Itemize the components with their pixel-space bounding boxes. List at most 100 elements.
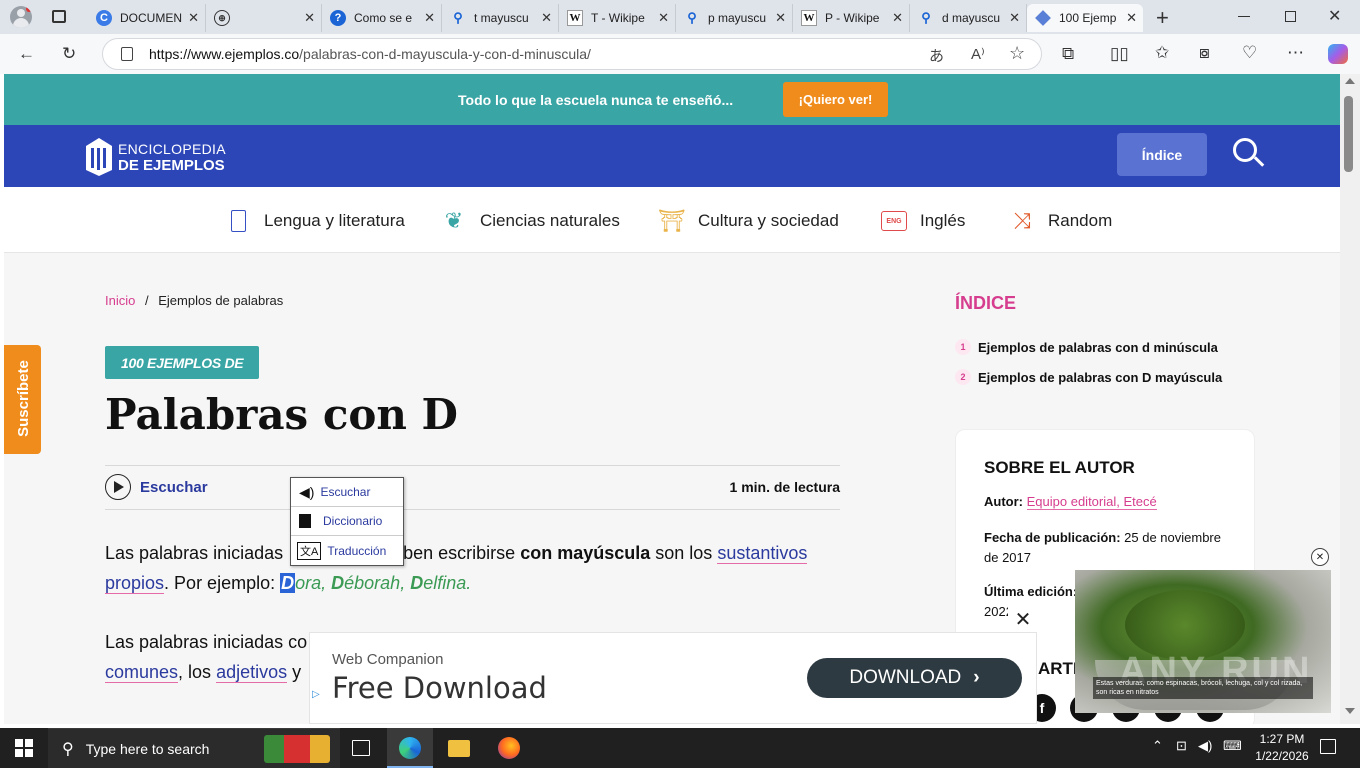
- share-title: ARTI: [1038, 659, 1078, 678]
- close-ad-button[interactable]: ✕: [1008, 606, 1038, 632]
- adchoices-icon[interactable]: ▷: [312, 689, 320, 700]
- logo-icon: [86, 138, 112, 176]
- index-button[interactable]: Índice: [1117, 133, 1207, 176]
- clock-time[interactable]: 1:27 PM: [1252, 732, 1312, 746]
- address-bar[interactable]: https://www.ejemplos.co/palabras-con-d-m…: [102, 38, 1042, 70]
- task-view-icon[interactable]: [352, 740, 370, 756]
- ime-icon[interactable]: ⌨: [1223, 738, 1242, 754]
- profile-icon[interactable]: [10, 6, 32, 28]
- tab-1[interactable]: ⊕ ✕: [206, 4, 322, 32]
- tab-3[interactable]: ⚲ t mayuscu ✕: [442, 4, 559, 32]
- site-info-icon[interactable]: [121, 47, 133, 61]
- tab-4[interactable]: W T - Wikipe ✕: [559, 4, 676, 32]
- windows-start-icon[interactable]: [15, 739, 33, 757]
- tab-actions-icon[interactable]: [52, 10, 66, 23]
- close-tab-icon[interactable]: ✕: [658, 10, 669, 26]
- nav-cultura[interactable]: ⛩ Cultura y sociedad: [658, 207, 839, 235]
- scroll-up-icon[interactable]: [1345, 78, 1355, 84]
- link-sustantivos[interactable]: sustantivos: [717, 543, 808, 564]
- close-tab-icon[interactable]: ✕: [892, 10, 903, 26]
- tab-6[interactable]: W P - Wikipe ✕: [793, 4, 910, 32]
- clock-date[interactable]: 1/22/2026: [1248, 749, 1316, 763]
- split-screen-icon[interactable]: ▯▯: [1110, 44, 1129, 64]
- link-comunes[interactable]: comunes: [105, 662, 179, 683]
- edge-taskbar-icon[interactable]: [387, 728, 433, 768]
- link-adjetivos[interactable]: adjetivos: [216, 662, 288, 683]
- promo-button[interactable]: ¡Quiero ver!: [783, 82, 888, 117]
- tab-0[interactable]: C DOCUMEN ✕: [88, 4, 206, 32]
- favorite-star-icon[interactable]: ☆: [1009, 43, 1025, 64]
- firefox-icon[interactable]: [498, 737, 520, 759]
- scroll-down-icon[interactable]: [1345, 708, 1355, 714]
- tab-bar: C DOCUMEN ✕ ⊕ ✕ ? Como se e ✕ ⚲ t mayusc…: [0, 0, 1360, 34]
- tray-chevron-icon[interactable]: ⌃: [1152, 738, 1163, 754]
- promo-text: Todo lo que la escuela nunca te enseñó..…: [458, 92, 734, 108]
- back-icon[interactable]: ←: [18, 44, 35, 64]
- favorites-icon[interactable]: ✩: [1155, 43, 1169, 63]
- listen-label[interactable]: Escuchar: [140, 479, 208, 496]
- close-tab-icon[interactable]: ✕: [304, 10, 315, 26]
- restore-icon[interactable]: [1285, 11, 1296, 22]
- close-video-ad-icon[interactable]: ✕: [1311, 548, 1329, 566]
- scrollbar[interactable]: [1340, 74, 1360, 724]
- close-tab-icon[interactable]: ✕: [424, 10, 435, 26]
- article-badge: 100 EJEMPLOS DE: [105, 346, 260, 379]
- close-tab-icon[interactable]: ✕: [1009, 10, 1020, 26]
- collections-icon[interactable]: ⧇: [1199, 43, 1210, 63]
- context-item-diccionario[interactable]: Diccionario: [291, 507, 403, 536]
- extensions-icon[interactable]: ⧉: [1062, 44, 1074, 64]
- close-tab-icon[interactable]: ✕: [775, 10, 786, 26]
- close-window-icon[interactable]: ✕: [1328, 6, 1341, 26]
- more-menu-icon[interactable]: ⋯: [1287, 43, 1304, 63]
- context-item-escuchar[interactable]: ◀) Escuchar: [291, 478, 403, 507]
- new-tab-icon[interactable]: +: [1156, 5, 1169, 31]
- chevron-right-icon: ›: [973, 667, 980, 688]
- read-aloud-translate-icon[interactable]: あ: [929, 45, 944, 66]
- tab-8-active[interactable]: 100 Ejemp ✕: [1027, 4, 1143, 32]
- author-link[interactable]: Equipo editorial, Etecé: [1026, 494, 1157, 510]
- volume-icon[interactable]: ◀): [1198, 738, 1212, 754]
- search-icon[interactable]: [1233, 138, 1265, 170]
- sidebar-index-item-2[interactable]: 2 Ejemplos de palabras con D mayúscula: [955, 369, 1222, 385]
- nav-random[interactable]: ⤨ Random: [1008, 207, 1112, 235]
- logo-line1: ENCICLOPEDIA: [118, 141, 226, 157]
- video-ad[interactable]: ANY RUN Estas verduras, como espinacas, …: [1075, 570, 1331, 713]
- nav-ciencias[interactable]: ❦ Ciencias naturales: [440, 207, 620, 235]
- columns-icon: ⛩: [658, 208, 686, 233]
- video-caption: Estas verduras, como espinacas, brócoli,…: [1093, 677, 1313, 699]
- context-item-traduccion[interactable]: 文A Traducción: [291, 536, 403, 565]
- nav-lengua[interactable]: Lengua y literatura: [224, 207, 405, 235]
- close-tab-icon[interactable]: ✕: [188, 10, 199, 26]
- performance-icon[interactable]: ♡: [1242, 43, 1257, 63]
- close-tab-icon[interactable]: ✕: [1126, 10, 1137, 26]
- notifications-icon[interactable]: [1320, 739, 1336, 754]
- scrollbar-thumb[interactable]: [1344, 96, 1353, 172]
- logo[interactable]: ENCICLOPEDIA DE EJEMPLOS: [84, 134, 234, 178]
- link-propios[interactable]: propios: [105, 573, 165, 594]
- tab-7[interactable]: ⚲ d mayuscu ✕: [910, 4, 1027, 32]
- sidebar-index-item-1[interactable]: 1 Ejemplos de palabras con d minúscula: [955, 339, 1218, 355]
- help-icon: ?: [330, 10, 346, 26]
- breadcrumb: Inicio / Ejemplos de palabras: [105, 293, 284, 308]
- network-icon[interactable]: ⊡: [1176, 738, 1187, 754]
- author-title: SOBRE EL AUTOR: [984, 458, 1135, 477]
- close-tab-icon[interactable]: ✕: [541, 10, 552, 26]
- tab-2[interactable]: ? Como se e ✕: [322, 4, 442, 32]
- minimize-icon[interactable]: [1238, 16, 1250, 17]
- ad-download-button[interactable]: DOWNLOAD ›: [807, 658, 1022, 698]
- read-aloud-icon[interactable]: A⁾: [971, 45, 985, 63]
- tab-5[interactable]: ⚲ p mayuscu ✕: [676, 4, 793, 32]
- author-line: Autor: Equipo editorial, Etecé: [984, 494, 1157, 510]
- bottom-ad[interactable]: Web Companion Free Download DOWNLOAD › ▷: [309, 632, 1037, 724]
- file-explorer-icon[interactable]: [448, 740, 470, 757]
- subscribe-tab[interactable]: Suscríbete: [4, 345, 41, 454]
- copilot-icon[interactable]: [1328, 44, 1348, 64]
- refresh-icon[interactable]: ↻: [62, 44, 76, 64]
- breadcrumb-current[interactable]: Ejemplos de palabras: [158, 293, 283, 308]
- breadcrumb-home[interactable]: Inicio: [105, 293, 135, 308]
- play-icon[interactable]: [105, 474, 131, 500]
- taskbar-search[interactable]: ⚲ Type here to search: [48, 728, 340, 768]
- selected-text: D: [280, 573, 296, 593]
- nav-ingles[interactable]: ENG Inglés: [880, 207, 965, 235]
- pub-date: Fecha de publicación: 25 de noviembre de…: [984, 530, 1221, 565]
